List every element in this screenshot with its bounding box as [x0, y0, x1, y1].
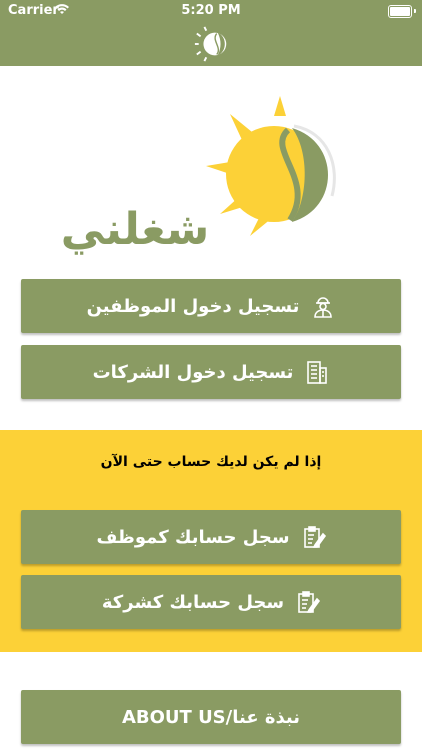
status-time: 5:20 PM	[181, 3, 241, 18]
hero-section: شغلني	[0, 66, 422, 266]
sun-leaf-logo-icon	[194, 26, 227, 62]
company-login-button[interactable]: تسجيل دخول الشركات	[21, 345, 401, 399]
app-name-logo-text: شغلني	[60, 204, 210, 255]
clipboard-edit-icon	[303, 526, 326, 548]
building-icon	[307, 361, 328, 384]
company-login-label: تسجيل دخول الشركات	[92, 361, 294, 383]
worker-icon	[314, 297, 333, 318]
employee-login-label: تسجيل دخول الموظفين	[86, 295, 300, 317]
register-employee-button[interactable]: سجل حسابك كموظف	[21, 510, 401, 564]
about-us-label: نبذة عنا/ABOUT US	[121, 706, 301, 728]
register-employee-label: سجل حسابك كموظف	[96, 526, 290, 548]
no-account-prompt: إذا لم يكن لديك حساب حتى الآن	[100, 454, 322, 470]
sun-leaf-logo-icon	[206, 96, 336, 236]
status-bar: Carrier 5:20 PM	[0, 0, 422, 22]
register-company-button[interactable]: سجل حسابك كشركة	[21, 575, 401, 629]
about-us-button[interactable]: نبذة عنا/ABOUT US	[21, 690, 401, 744]
battery-icon	[388, 5, 412, 18]
register-company-label: سجل حسابك كشركة	[101, 591, 285, 613]
employee-login-button[interactable]: تسجيل دخول الموظفين	[21, 279, 401, 333]
clipboard-edit-icon	[298, 591, 321, 613]
nav-bar	[0, 22, 422, 66]
